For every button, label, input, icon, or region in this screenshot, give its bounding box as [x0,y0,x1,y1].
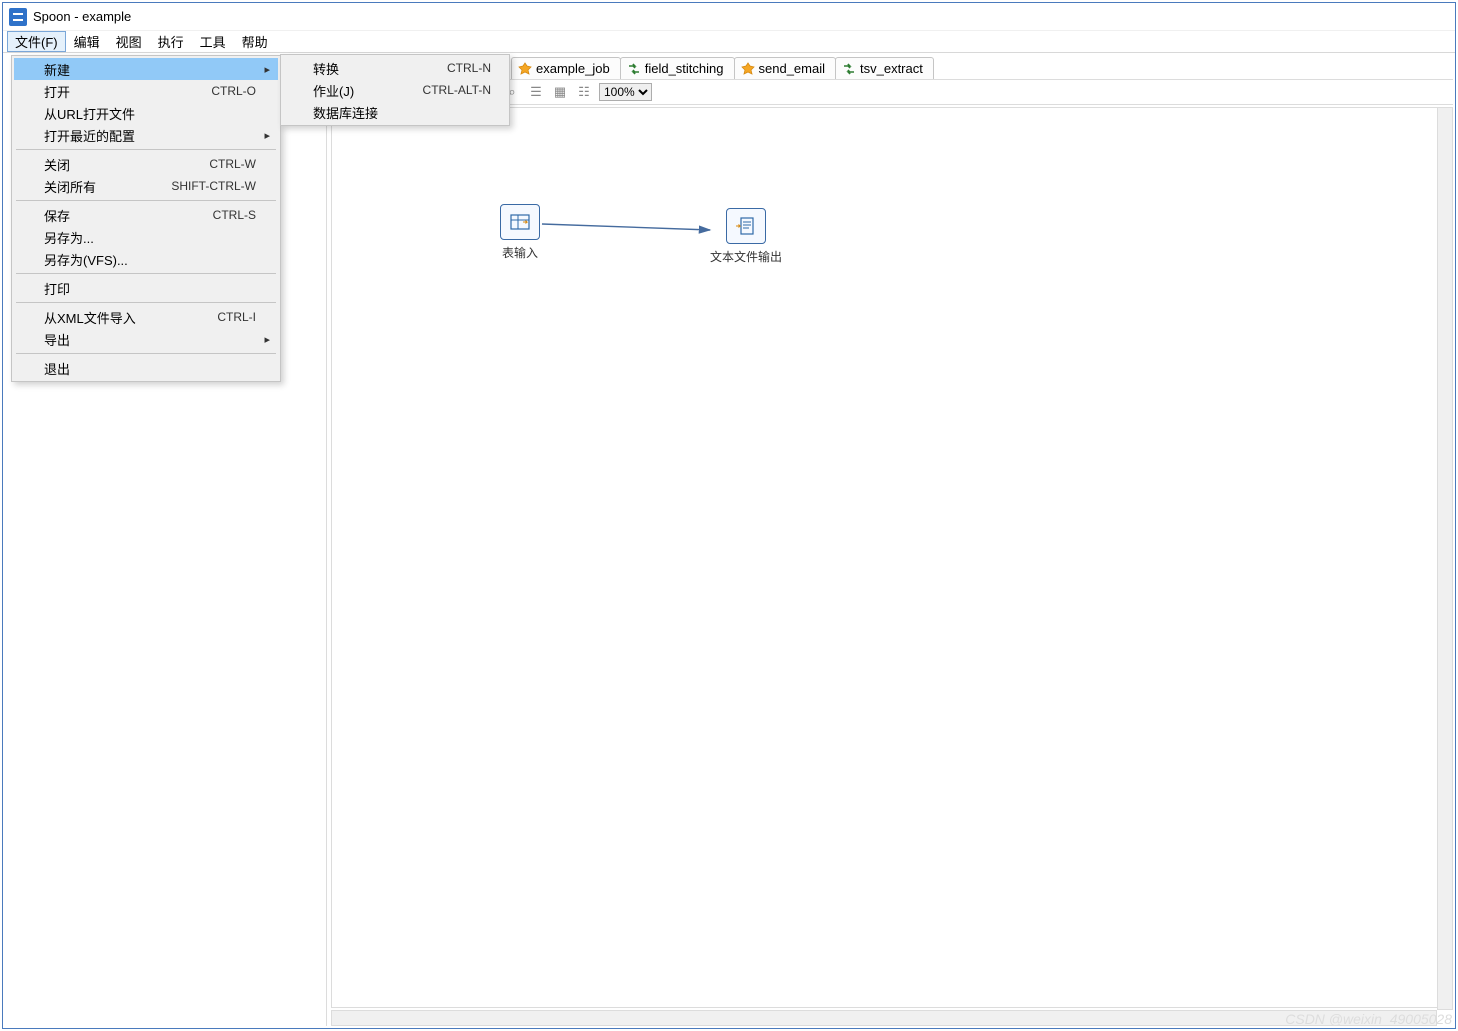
menu-label: 转换 [313,59,339,78]
menu-tools[interactable]: 工具 [192,31,234,52]
menu-bar: 文件(F) 编辑 视图 执行 工具 帮助 [3,31,1455,53]
title-bar: Spoon - example [3,3,1455,31]
menu-accel: CTRL-ALT-N [423,83,491,97]
menu-label: 退出 [44,359,70,378]
tab-label: field_stitching [645,61,724,76]
new-database-connection[interactable]: 数据库连接 [283,101,513,123]
menu-accel: CTRL-I [217,310,256,324]
menu-label: 关闭所有 [44,177,96,196]
file-menu-save-as[interactable]: 另存为... [14,226,278,248]
file-menu: 新建 打开 CTRL-O 从URL打开文件 打开最近的配置 关闭 CTRL-W … [11,55,281,382]
tab-example-job[interactable]: example_job [511,57,621,79]
menu-accel: CTRL-S [213,208,256,222]
zoom-control[interactable]: 100% [599,83,652,101]
file-menu-new[interactable]: 新建 [14,58,278,80]
text-output-icon [726,208,766,244]
menu-label: 打开最近的配置 [44,126,135,145]
tab-label: tsv_extract [860,61,923,76]
file-menu-open[interactable]: 打开 CTRL-O [14,80,278,102]
node-table-input[interactable]: 表输入 [500,204,540,261]
tab-label: example_job [536,61,610,76]
node-text-output[interactable]: 文本文件输出 [710,208,782,265]
app-window: Spoon - example 文件(F) 编辑 视图 执行 工具 帮助 Dat… [2,2,1456,1029]
metrics-icon[interactable]: ☰ [527,83,545,101]
menu-run[interactable]: 执行 [150,31,192,52]
file-menu-close-all[interactable]: 关闭所有 SHIFT-CTRL-W [14,175,278,197]
file-menu-save-as-vfs[interactable]: 另存为(VFS)... [14,248,278,270]
menu-view[interactable]: 视图 [108,31,150,52]
menu-help[interactable]: 帮助 [234,31,276,52]
job-icon [518,62,532,76]
file-menu-import-xml[interactable]: 从XML文件导入 CTRL-I [14,306,278,328]
transformation-icon [842,62,856,76]
menu-accel: CTRL-O [211,84,256,98]
new-job[interactable]: 作业(J) CTRL-ALT-N [283,79,513,101]
tab-tsv-extract[interactable]: tsv_extract [835,57,934,79]
scrollbar-vertical[interactable] [1437,107,1453,1010]
tab-label: send_email [759,61,826,76]
node-label: 表输入 [500,244,540,261]
file-menu-print[interactable]: 打印 [14,277,278,299]
canvas[interactable]: 表输入 文本文件输出 [331,107,1453,1008]
new-transformation[interactable]: 转换 CTRL-N [283,57,513,79]
transformation-icon [627,62,641,76]
file-menu-export[interactable]: 导出 [14,328,278,350]
app-icon [9,8,27,26]
node-label: 文本文件输出 [710,248,782,265]
menu-separator [16,302,276,303]
menu-separator [16,200,276,201]
table-input-icon [500,204,540,240]
zoom-select[interactable]: 100% [599,83,652,101]
menu-separator [16,353,276,354]
menu-label: 另存为(VFS)... [44,250,128,269]
file-menu-open-recent[interactable]: 打开最近的配置 [14,124,278,146]
window-title: Spoon - example [33,9,131,24]
menu-label: 作业(J) [313,81,354,100]
menu-label: 数据库连接 [313,103,378,122]
menu-label: 保存 [44,206,70,225]
menu-label: 另存为... [44,228,94,247]
tab-send-email[interactable]: send_email [734,57,837,79]
menu-label: 导出 [44,330,70,349]
menu-label: 打开 [44,82,70,101]
menu-separator [16,149,276,150]
align-icon[interactable]: ☷ [575,83,593,101]
menu-label: 从URL打开文件 [44,104,135,123]
menu-accel: CTRL-N [447,61,491,75]
file-menu-close[interactable]: 关闭 CTRL-W [14,153,278,175]
menu-label: 打印 [44,279,70,298]
new-submenu: 转换 CTRL-N 作业(J) CTRL-ALT-N 数据库连接 [280,54,510,126]
snap-icon[interactable]: ▦ [551,83,569,101]
menu-label: 新建 [44,60,70,79]
menu-separator [16,273,276,274]
menu-file[interactable]: 文件(F) [7,31,66,52]
tab-field-stitching[interactable]: field_stitching [620,57,735,79]
right-pane: example_job field_stitching send_email [331,55,1453,1026]
file-menu-save[interactable]: 保存 CTRL-S [14,204,278,226]
menu-edit[interactable]: 编辑 [66,31,108,52]
job-icon [741,62,755,76]
menu-label: 关闭 [44,155,70,174]
menu-label: 从XML文件导入 [44,308,136,327]
menu-accel: CTRL-W [209,157,256,171]
scrollbar-horizontal[interactable] [331,1010,1437,1026]
menu-accel: SHIFT-CTRL-W [171,179,256,193]
file-menu-exit[interactable]: 退出 [14,357,278,379]
file-menu-open-url[interactable]: 从URL打开文件 [14,102,278,124]
